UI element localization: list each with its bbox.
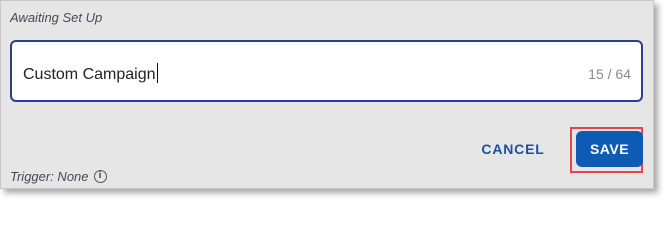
info-icon[interactable]: i <box>93 170 107 183</box>
campaign-name-text: Custom Campaign <box>23 66 156 83</box>
trigger-label: Trigger: None <box>10 169 89 184</box>
save-button[interactable]: SAVE <box>576 131 643 167</box>
character-counter: 15 / 64 <box>588 66 631 82</box>
campaign-edit-panel: Awaiting Set Up Custom Campaign 15 / 64 … <box>0 0 654 189</box>
campaign-name-input[interactable]: Custom Campaign 15 / 64 <box>10 40 643 102</box>
campaign-name-value[interactable]: Custom Campaign <box>23 63 158 84</box>
text-cursor <box>156 63 158 83</box>
status-label: Awaiting Set Up <box>10 10 103 25</box>
cancel-button[interactable]: CANCEL <box>471 131 555 167</box>
trigger-info: Trigger: None i <box>10 169 107 184</box>
